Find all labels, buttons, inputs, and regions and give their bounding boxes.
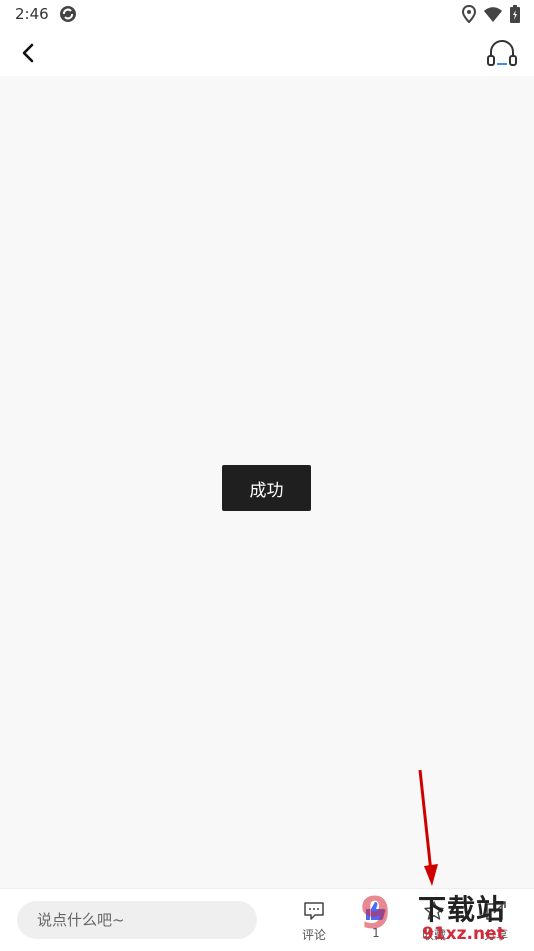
headphones-icon[interactable] [486,37,518,69]
star-icon [424,901,444,920]
status-time: 2:46 [15,5,49,23]
comment-button[interactable]: 评论 [294,901,334,943]
share-label: 分享 [483,928,508,942]
toast-text: 成功 [249,480,284,501]
header [0,30,534,76]
comment-icon [304,902,324,920]
sync-icon [60,6,76,22]
back-arrow-icon[interactable] [16,39,42,67]
wifi-icon [484,7,502,22]
like-count: 1 [372,926,380,940]
share-icon [486,901,506,920]
location-icon [462,5,476,23]
comment-label: 评论 [301,928,326,942]
thumbs-up-icon [366,902,386,920]
bottom-bar: 评论 1 收藏 分享 [0,888,534,951]
toast-message: 成功 [222,465,311,511]
battery-icon [510,5,520,23]
status-bar: 2:46 [0,0,534,30]
favorite-button[interactable]: 收藏 [414,901,454,943]
favorite-label: 收藏 [421,928,446,942]
share-button[interactable]: 分享 [476,901,516,943]
like-button[interactable]: 1 [356,901,396,940]
comment-input[interactable] [17,901,257,939]
